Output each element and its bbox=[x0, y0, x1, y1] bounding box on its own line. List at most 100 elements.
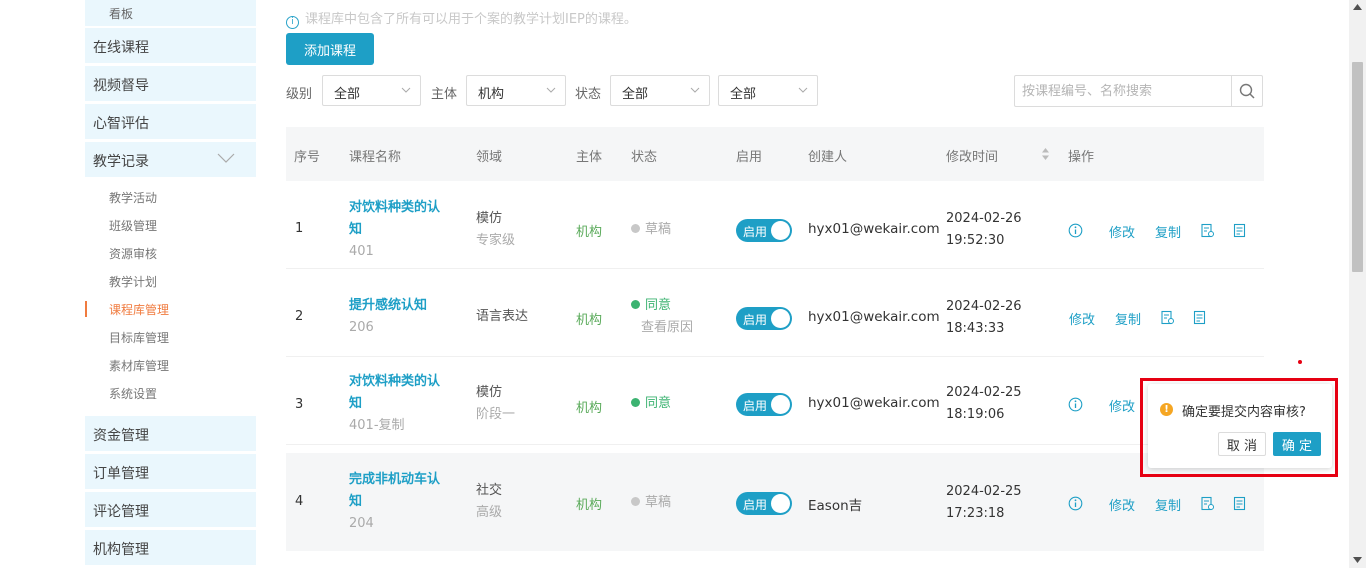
level-select-value: 全部 bbox=[334, 87, 361, 102]
sidebar-item-label: 看板 bbox=[109, 7, 134, 21]
modified-clock: 18:43:33 bbox=[946, 321, 1005, 336]
course-name-link[interactable]: 对饮料种类的认 知 401-复制 bbox=[349, 371, 464, 437]
sidebar-item-orders[interactable]: 订单管理 bbox=[85, 454, 256, 489]
sidebar-subitem-label: 目标库管理 bbox=[109, 331, 170, 345]
add-course-button[interactable]: 添加课程 bbox=[286, 33, 374, 65]
sidebar-item-dashboard[interactable]: 看板 bbox=[85, 0, 256, 26]
sidebar-item-online-courses[interactable]: 在线课程 bbox=[85, 28, 256, 63]
header-actions: 操作 bbox=[1068, 150, 1095, 165]
course-library-page: 看板 在线课程 视频督导 心智评估 教学记录 教学活动 班级管理 资源审核 教学… bbox=[0, 0, 1366, 568]
enable-toggle[interactable]: 启用 bbox=[736, 393, 792, 416]
sidebar-item-funds[interactable]: 资金管理 bbox=[85, 416, 256, 451]
vertical-scrollbar[interactable] bbox=[1349, 0, 1366, 568]
toggle-knob bbox=[771, 395, 790, 414]
sidebar-subitem-teaching-plan[interactable]: 教学计划 bbox=[85, 268, 256, 294]
domain-level: 专家级 bbox=[476, 233, 516, 248]
modified-time: 2024-02-25 18:19:06 bbox=[946, 382, 1022, 426]
scroll-down-icon[interactable] bbox=[1353, 557, 1362, 563]
domain: 社交 bbox=[476, 483, 503, 498]
search-box bbox=[1014, 75, 1263, 107]
sidebar-item-label: 订单管理 bbox=[93, 466, 149, 482]
header-enable: 启用 bbox=[736, 150, 763, 165]
info-icon[interactable] bbox=[1068, 496, 1083, 511]
domain-cell: 模仿 阶段一 bbox=[476, 382, 515, 426]
edit-link[interactable]: 修改 bbox=[1109, 222, 1135, 241]
info-icon[interactable] bbox=[1068, 223, 1083, 238]
sidebar-subitem-material-library[interactable]: 素材库管理 bbox=[85, 352, 256, 378]
search-button[interactable] bbox=[1231, 76, 1262, 106]
toggle-knob bbox=[771, 309, 790, 328]
subject: 机构 bbox=[576, 313, 603, 328]
document-icon[interactable] bbox=[1232, 496, 1247, 511]
header-creator: 创建人 bbox=[808, 150, 848, 165]
table-row: 3 对饮料种类的认 知 401-复制 模仿 阶段一 机构 同意 启用 hyx01… bbox=[286, 357, 1264, 445]
status-badge: 草稿 bbox=[631, 219, 671, 241]
sidebar-item-label: 心智评估 bbox=[93, 116, 149, 132]
course-name: 对饮料种类的认 bbox=[349, 200, 441, 215]
header-subject: 主体 bbox=[576, 150, 603, 165]
sidebar-subitem-label: 课程库管理 bbox=[109, 303, 170, 317]
extra-select[interactable]: 全部 bbox=[718, 75, 818, 106]
course-name-link[interactable]: 提升感统认知 206 bbox=[349, 295, 464, 339]
table-row: 2 提升感统认知 206 语言表达 机构 同意 查看原因 启用 hyx01@we… bbox=[286, 269, 1264, 357]
sidebar: 看板 在线课程 视频督导 心智评估 教学记录 教学活动 班级管理 资源审核 教学… bbox=[85, 0, 256, 568]
row-index: 4 bbox=[295, 494, 304, 509]
copy-link[interactable]: 复制 bbox=[1155, 495, 1181, 514]
creator: hyx01@wekair.com bbox=[808, 221, 940, 237]
sidebar-item-video-supervision[interactable]: 视频督导 bbox=[85, 66, 256, 101]
subject: 机构 bbox=[576, 225, 603, 240]
document-icon[interactable] bbox=[1192, 310, 1207, 325]
copy-link[interactable]: 复制 bbox=[1155, 222, 1181, 241]
chevron-down-icon bbox=[690, 87, 700, 93]
sidebar-subitem-label: 资源审核 bbox=[109, 247, 158, 261]
submit-review-icon[interactable] bbox=[1200, 223, 1215, 238]
domain-cell: 语言表达 bbox=[476, 306, 528, 328]
edit-link[interactable]: 修改 bbox=[1069, 309, 1095, 328]
header-name: 课程名称 bbox=[349, 150, 402, 165]
sidebar-subitem-goal-library[interactable]: 目标库管理 bbox=[85, 324, 256, 350]
edit-link[interactable]: 修改 bbox=[1109, 495, 1135, 514]
sidebar-subitem-course-library[interactable]: 课程库管理 bbox=[85, 296, 256, 322]
scroll-thumb[interactable] bbox=[1352, 62, 1363, 272]
enable-toggle[interactable]: 启用 bbox=[736, 307, 792, 330]
course-name-cont: 知 bbox=[349, 222, 363, 237]
copy-link[interactable]: 复制 bbox=[1115, 309, 1141, 328]
sidebar-subitem-resource-review[interactable]: 资源审核 bbox=[85, 240, 256, 266]
enable-toggle[interactable]: 启用 bbox=[736, 219, 792, 242]
status-filter-label: 状态 bbox=[575, 87, 602, 102]
edit-link[interactable]: 修改 bbox=[1109, 396, 1135, 415]
document-icon[interactable] bbox=[1232, 223, 1247, 238]
view-reason-link[interactable]: 查看原因 bbox=[631, 317, 693, 339]
sidebar-subitem-teaching-activities[interactable]: 教学活动 bbox=[85, 184, 256, 210]
domain: 模仿 bbox=[476, 211, 503, 226]
course-name-link[interactable]: 对饮料种类的认 知 401 bbox=[349, 197, 464, 263]
highlight-box bbox=[1140, 378, 1338, 477]
table-header: 序号 课程名称 领域 主体 状态 启用 创建人 修改时间 操作 bbox=[286, 127, 1264, 181]
sidebar-subitem-class-management[interactable]: 班级管理 bbox=[85, 212, 256, 238]
submit-review-icon[interactable] bbox=[1160, 310, 1175, 325]
submit-review-icon[interactable] bbox=[1200, 496, 1215, 511]
status-select[interactable]: 全部 bbox=[610, 75, 710, 106]
chevron-down-icon bbox=[798, 87, 808, 93]
scroll-up-icon[interactable] bbox=[1353, 4, 1362, 10]
level-select[interactable]: 全部 bbox=[322, 75, 421, 106]
subject-select[interactable]: 机构 bbox=[466, 75, 566, 106]
sidebar-item-assessment[interactable]: 心智评估 bbox=[85, 104, 256, 139]
search-icon bbox=[1239, 83, 1255, 99]
search-input[interactable] bbox=[1015, 76, 1232, 106]
domain: 语言表达 bbox=[476, 309, 529, 324]
modified-date: 2024-02-26 bbox=[946, 299, 1022, 314]
course-name: 对饮料种类的认 bbox=[349, 374, 441, 389]
course-name-link[interactable]: 完成非机动车认 知 204 bbox=[349, 469, 464, 535]
sidebar-item-organizations[interactable]: 机构管理 bbox=[85, 530, 256, 565]
chevron-down-icon bbox=[217, 153, 235, 163]
subject: 机构 bbox=[576, 401, 603, 416]
sort-icon[interactable] bbox=[1041, 147, 1050, 161]
status-dot bbox=[631, 497, 640, 506]
sidebar-item-comments[interactable]: 评论管理 bbox=[85, 492, 256, 527]
sidebar-subitem-system-settings[interactable]: 系统设置 bbox=[85, 380, 256, 406]
chevron-down-icon bbox=[401, 87, 411, 93]
sidebar-item-teaching-records[interactable]: 教学记录 bbox=[85, 142, 256, 177]
enable-toggle[interactable]: 启用 bbox=[736, 492, 792, 515]
info-icon[interactable] bbox=[1068, 397, 1083, 412]
